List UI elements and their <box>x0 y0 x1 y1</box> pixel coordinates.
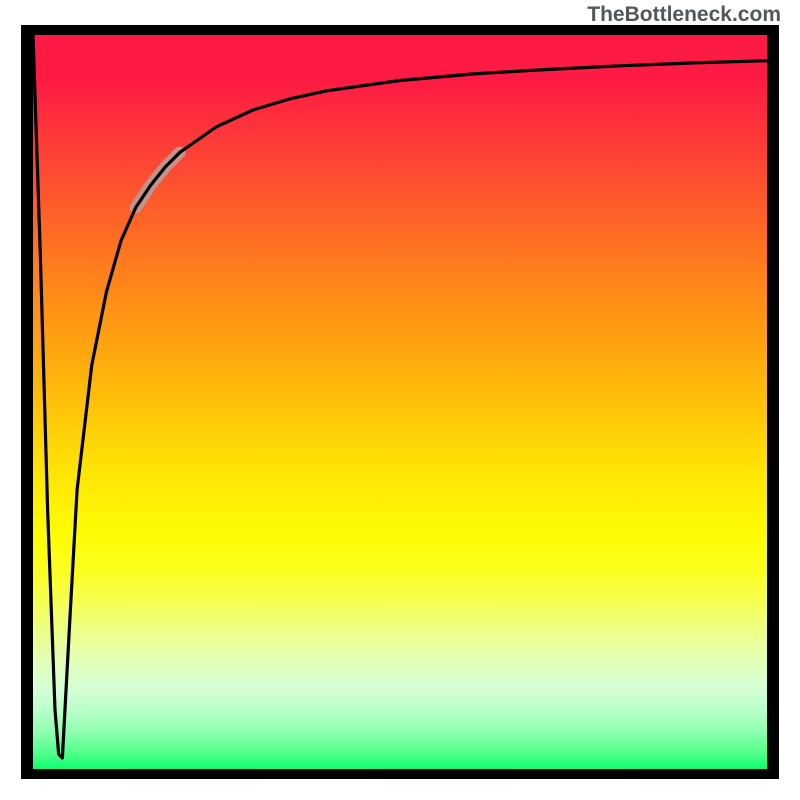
curve-svg <box>33 35 767 769</box>
highlight-segment <box>136 152 180 207</box>
chart-container: TheBottleneck.com <box>0 0 800 800</box>
bottleneck-curve <box>33 35 767 758</box>
plot-area <box>21 25 779 779</box>
watermark-label: TheBottleneck.com <box>587 3 781 27</box>
